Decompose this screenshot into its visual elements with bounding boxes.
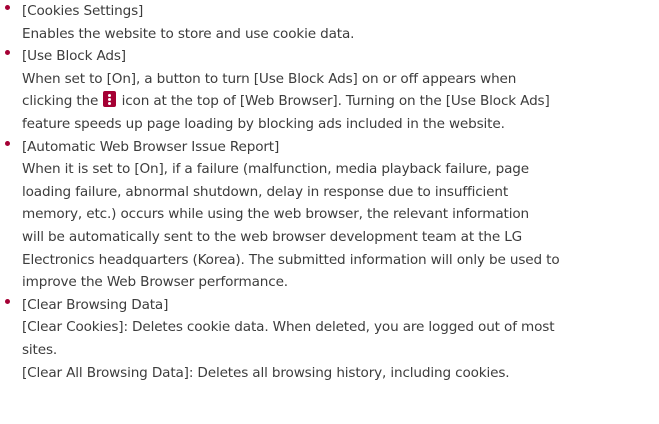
item-description-line: Enables the website to store and use coo… bbox=[22, 25, 355, 42]
item-description-line: Electronics headquarters (Korea). The su… bbox=[22, 251, 560, 268]
item-description-line: feature speeds up page loading by blocki… bbox=[22, 115, 505, 132]
item-description-line-with-icon: clicking the icon at the top of [Web Bro… bbox=[22, 90, 659, 113]
settings-description-document: [Cookies Settings] Enables the website t… bbox=[0, 0, 659, 424]
list-item-cookies-settings: [Cookies Settings] Enables the website t… bbox=[0, 0, 659, 45]
item-description-line: improve the Web Browser performance. bbox=[22, 274, 288, 291]
item-description-line: will be automatically sent to the web br… bbox=[22, 228, 523, 245]
bullet-icon bbox=[5, 5, 10, 10]
vertical-dots-menu-icon bbox=[103, 91, 117, 108]
item-description-line: [Clear Cookies]: Deletes cookie data. Wh… bbox=[22, 319, 555, 336]
item-description-line: memory, etc.) occurs while using the web… bbox=[22, 206, 529, 223]
item-description-line: When it is set to [On], if a failure (ma… bbox=[22, 161, 529, 178]
item-title: [Cookies Settings] bbox=[22, 3, 144, 19]
bullet-icon bbox=[5, 298, 10, 304]
bullet-icon bbox=[5, 50, 10, 56]
bullet-icon bbox=[5, 140, 10, 146]
item-title: [Clear Browsing Data] bbox=[22, 296, 169, 313]
list-item-clear-browsing-data: [Clear Browsing Data] [Clear Cookies]: D… bbox=[0, 294, 659, 384]
text-segment: icon at the top of [Web Browser]. Turnin… bbox=[117, 93, 550, 110]
item-title: [Automatic Web Browser Issue Report] bbox=[22, 138, 280, 155]
text-segment: clicking the bbox=[22, 93, 103, 110]
list-item-use-block-ads: [Use Block Ads] When set to [On], a butt… bbox=[0, 45, 659, 135]
list-item-automatic-issue-report: [Automatic Web Browser Issue Report] Whe… bbox=[0, 136, 659, 294]
item-description-line: [Clear All Browsing Data]: Deletes all b… bbox=[22, 364, 510, 381]
item-description-line: sites. bbox=[22, 341, 58, 358]
settings-bullet-list: [Cookies Settings] Enables the website t… bbox=[0, 0, 659, 384]
item-description-line: When set to [On], a button to turn [Use … bbox=[22, 70, 517, 87]
item-title: [Use Block Ads] bbox=[22, 48, 126, 65]
item-description-line: loading failure, abnormal shutdown, dela… bbox=[22, 183, 509, 200]
